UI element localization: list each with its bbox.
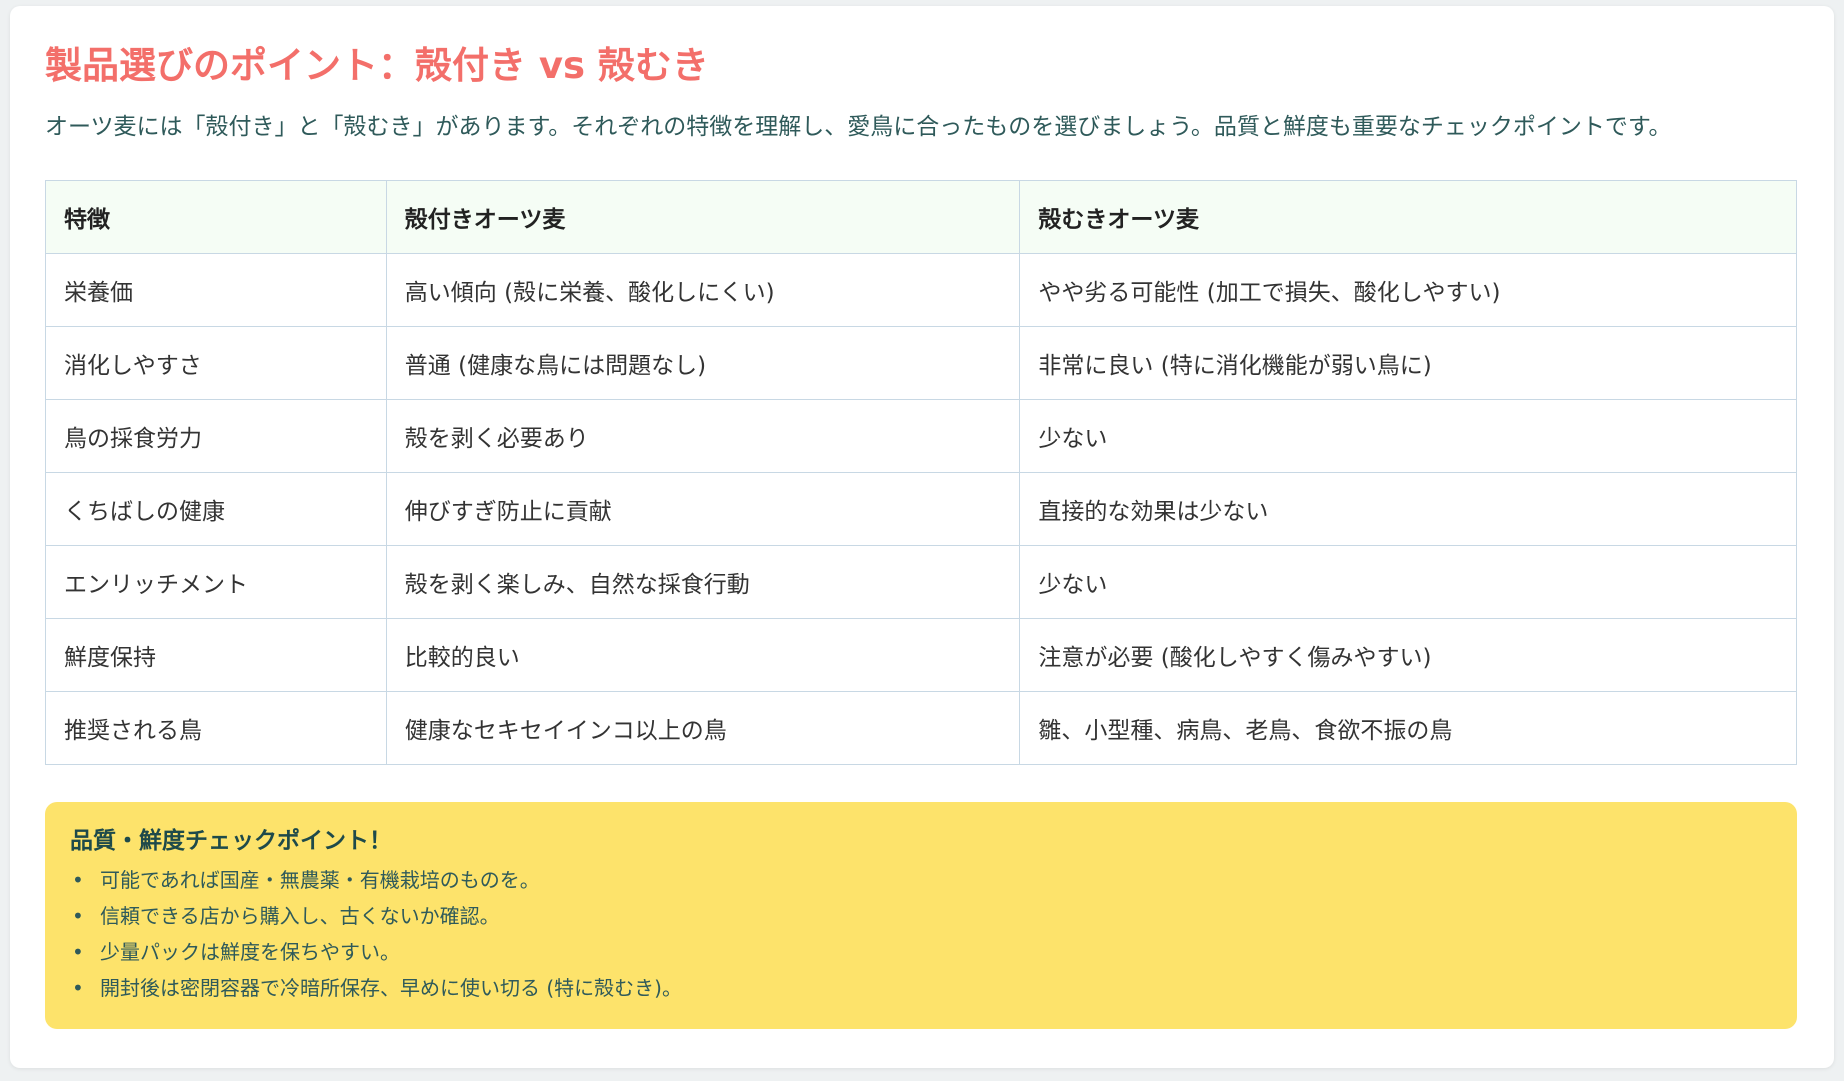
feature-cell: くちばしの健康 xyxy=(45,472,387,546)
feature-cell: 栄養価 xyxy=(45,253,387,327)
column-header-hulled: 殻付きオーツ麦 xyxy=(385,180,1021,254)
hulled-cell: 普通 (健康な鳥には問題なし) xyxy=(385,326,1021,400)
tip-text: 開封後は密閉容器で冷暗所保存、早めに使い切る (特に殻むき)。 xyxy=(100,976,682,1000)
dehulled-cell: 非常に良い (特に消化機能が弱い鳥に) xyxy=(1019,326,1797,400)
dehulled-cell: 直接的な効果は少ない xyxy=(1019,472,1797,546)
dehulled-cell: 少ない xyxy=(1019,399,1797,473)
feature-cell: 推奨される鳥 xyxy=(45,691,387,765)
dehulled-cell: 注意が必要 (酸化しやすく傷みやすい) xyxy=(1019,618,1797,692)
hulled-cell: 健康なセキセイインコ以上の鳥 xyxy=(385,691,1021,765)
table-header-row: 特徴 殻付きオーツ麦 殻むきオーツ麦 xyxy=(45,180,1797,254)
column-header-dehulled: 殻むきオーツ麦 xyxy=(1019,180,1797,254)
tip-text: 信頼できる店から購入し、古くないか確認。 xyxy=(100,904,500,928)
table-row: 消化しやすさ 普通 (健康な鳥には問題なし) 非常に良い (特に消化機能が弱い鳥… xyxy=(45,326,1797,400)
tips-list: • 可能であれば国産・無農薬・有機栽培のものを。 • 信頼できる店から購入し、古… xyxy=(70,862,1772,1006)
tip-text: 少量パックは鮮度を保ちやすい。 xyxy=(100,940,400,964)
hulled-cell: 殻を剥く必要あり xyxy=(385,399,1021,473)
list-item: • 可能であれば国産・無農薬・有機栽培のものを。 xyxy=(70,862,1772,898)
hulled-cell: 伸びすぎ防止に貢献 xyxy=(385,472,1021,546)
tip-text: 可能であれば国産・無農薬・有機栽培のものを。 xyxy=(100,868,540,892)
feature-cell: エンリッチメント xyxy=(45,545,387,619)
dehulled-cell: 雛、小型種、病鳥、老鳥、食欲不振の鳥 xyxy=(1019,691,1797,765)
page-title: 製品選びのポイント：殻付き vs 殻むき xyxy=(45,44,709,87)
tips-title: 品質・鮮度チェックポイント！ xyxy=(70,828,392,854)
hulled-cell: 比較的良い xyxy=(385,618,1021,692)
column-header-feature: 特徴 xyxy=(45,180,387,254)
table-row: エンリッチメント 殻を剥く楽しみ、自然な採食行動 少ない xyxy=(45,545,1797,619)
list-item: • 信頼できる店から購入し、古くないか確認。 xyxy=(70,898,1772,934)
comparison-table: 特徴 殻付きオーツ麦 殻むきオーツ麦 栄養価 高い傾向 (殻に栄養、酸化しにくい… xyxy=(45,180,1797,765)
table-row: 推奨される鳥 健康なセキセイインコ以上の鳥 雛、小型種、病鳥、老鳥、食欲不振の鳥 xyxy=(45,691,1797,765)
bullet-icon: • xyxy=(72,868,84,892)
intro-paragraph: オーツ麦には「殻付き」と「殻むき」があります。それぞれの特徴を理解し、愛鳥に合っ… xyxy=(45,114,1672,140)
table-row: くちばしの健康 伸びすぎ防止に貢献 直接的な効果は少ない xyxy=(45,472,1797,546)
feature-cell: 消化しやすさ xyxy=(45,326,387,400)
dehulled-cell: 少ない xyxy=(1019,545,1797,619)
hulled-cell: 高い傾向 (殻に栄養、酸化しにくい) xyxy=(385,253,1021,327)
bullet-icon: • xyxy=(72,976,84,1000)
quality-tips-box: 品質・鮮度チェックポイント！ • 可能であれば国産・無農薬・有機栽培のものを。 … xyxy=(45,802,1797,1029)
content-card: 製品選びのポイント：殻付き vs 殻むき オーツ麦には「殻付き」と「殻むき」があ… xyxy=(10,6,1834,1068)
bullet-icon: • xyxy=(72,940,84,964)
bullet-icon: • xyxy=(72,904,84,928)
list-item: • 開封後は密閉容器で冷暗所保存、早めに使い切る (特に殻むき)。 xyxy=(70,970,1772,1006)
feature-cell: 鮮度保持 xyxy=(45,618,387,692)
table-row: 鳥の採食労力 殻を剥く必要あり 少ない xyxy=(45,399,1797,473)
table-row: 鮮度保持 比較的良い 注意が必要 (酸化しやすく傷みやすい) xyxy=(45,618,1797,692)
feature-cell: 鳥の採食労力 xyxy=(45,399,387,473)
list-item: • 少量パックは鮮度を保ちやすい。 xyxy=(70,934,1772,970)
dehulled-cell: やや劣る可能性 (加工で損失、酸化しやすい) xyxy=(1019,253,1797,327)
hulled-cell: 殻を剥く楽しみ、自然な採食行動 xyxy=(385,545,1021,619)
table-row: 栄養価 高い傾向 (殻に栄養、酸化しにくい) やや劣る可能性 (加工で損失、酸化… xyxy=(45,253,1797,327)
